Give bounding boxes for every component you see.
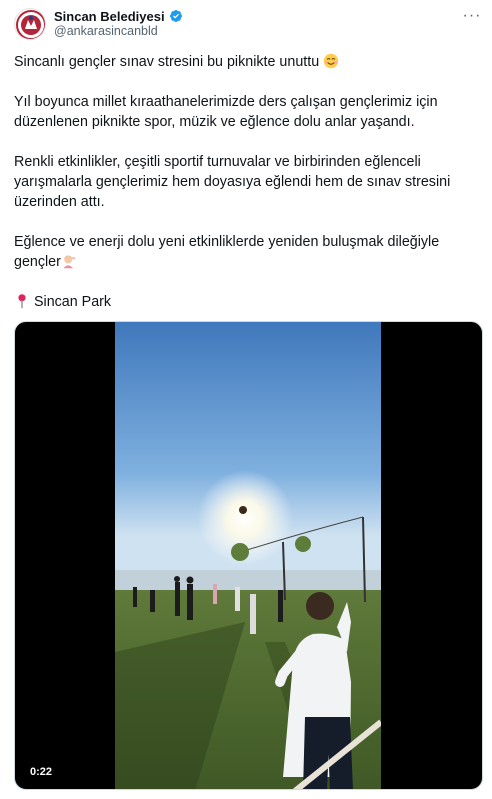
more-options-icon[interactable]: ··· (462, 7, 482, 24)
sincan-logo-icon (16, 10, 45, 39)
text-paragraph-2: Yıl boyunca millet kıraathanelerimizde d… (14, 94, 438, 130)
post-header: Sincan Belediyesi @ankarasincanbld ··· (14, 7, 482, 40)
video-player[interactable]: 0:22 (14, 321, 483, 790)
text-paragraph-1: Sincanlı gençler sınav stresini bu pikni… (14, 52, 339, 72)
avatar[interactable] (14, 8, 46, 40)
author-name[interactable]: Sincan Belediyesi (54, 9, 165, 24)
location-pin-icon (18, 294, 26, 309)
smiling-face-emoji-icon (323, 53, 339, 69)
video-duration: 0:22 (24, 764, 59, 780)
verified-badge-icon (169, 10, 182, 22)
text-paragraph-3: Renkli etkinlikler, çeşitli sportif turn… (14, 154, 451, 210)
video-thumbnail (115, 322, 381, 789)
salute-person-emoji-icon (63, 255, 76, 269)
text-paragraph-4: Eğlence ve enerji dolu yeni etkinliklerd… (14, 234, 440, 270)
text-location: Sincan Park (14, 292, 111, 312)
author-handle[interactable]: @ankarasincanbld (54, 24, 158, 38)
